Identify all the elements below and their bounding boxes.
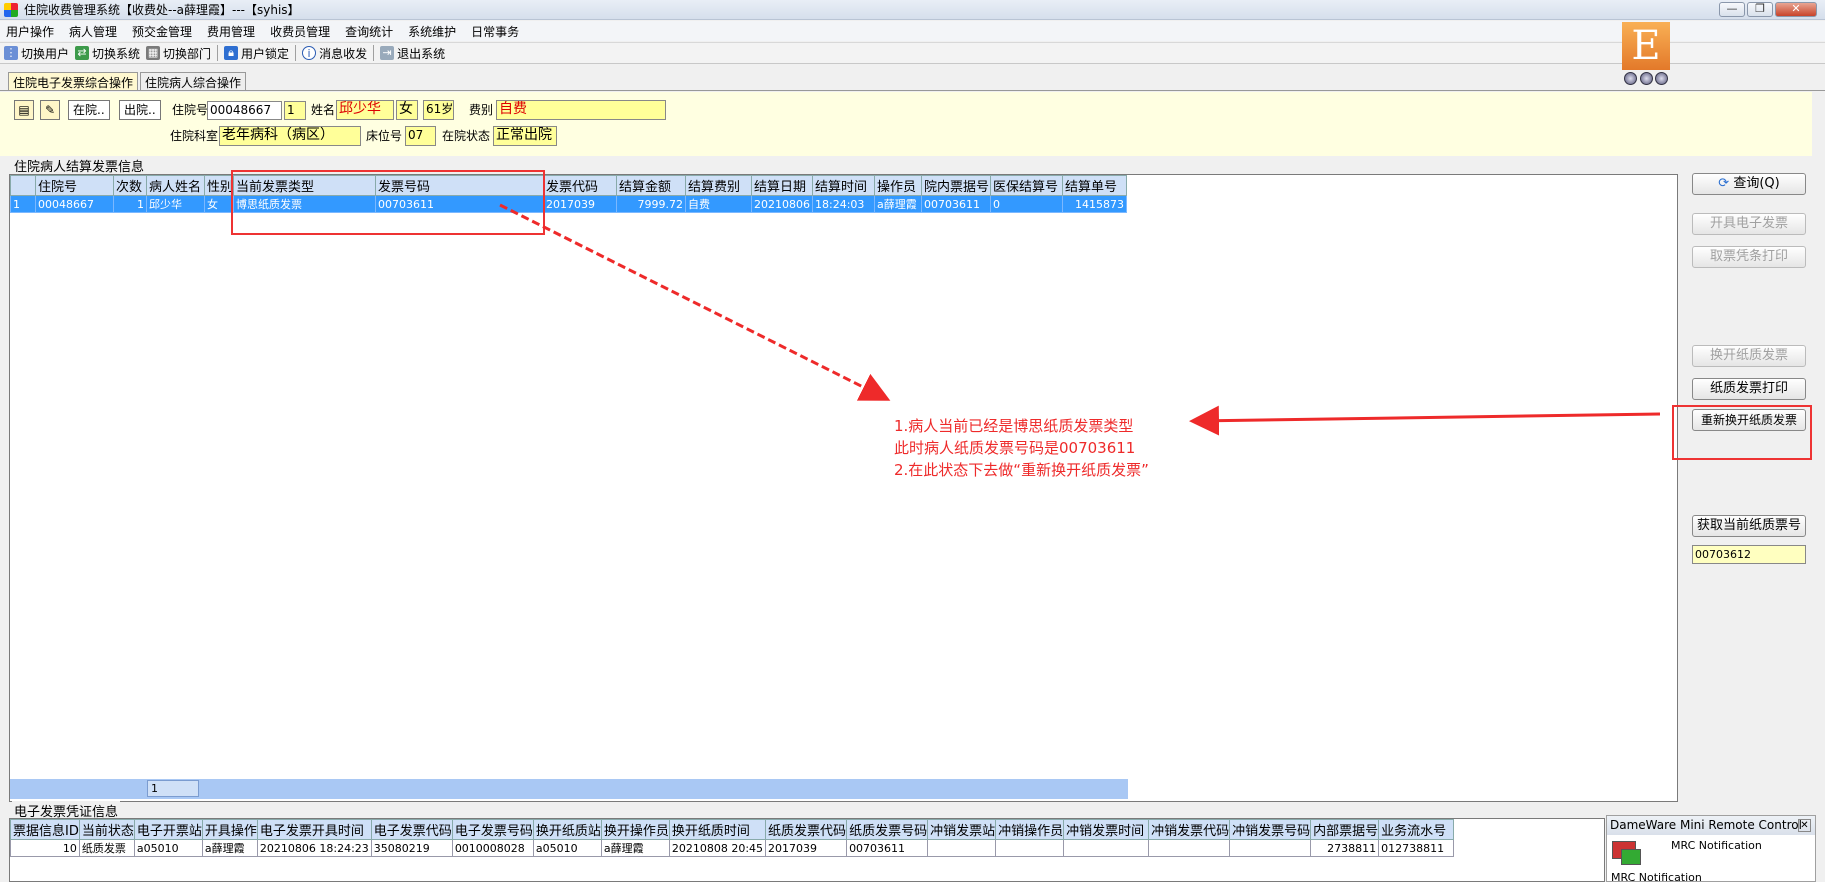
annotation-line: 2.在此状态下去做“重新换开纸质发票” xyxy=(894,461,1149,479)
dameware-body: MRC Notification MRC Notification xyxy=(1607,835,1815,882)
annotation-line: 1.病人当前已经是博思纸质发票类型 xyxy=(894,417,1134,435)
dameware-message: MRC Notification xyxy=(1671,839,1762,852)
dameware-title: DameWare Mini Remote Control xyxy=(1610,818,1802,832)
annotation-line: 此时病人纸质发票号码是00703611 xyxy=(894,439,1136,457)
annotation-text: 1.病人当前已经是博思纸质发票类型 此时病人纸质发票号码是00703611 2.… xyxy=(894,415,1149,481)
arrow-from-grid xyxy=(499,203,891,401)
monitor-icon xyxy=(1621,849,1641,865)
dameware-title-bar: DameWare Mini Remote Control ✕ xyxy=(1607,816,1815,835)
dameware-close-button[interactable]: ✕ xyxy=(1798,819,1811,832)
arrow-from-button xyxy=(1189,405,1661,436)
dameware-message: MRC Notification xyxy=(1611,871,1702,882)
dameware-notification: DameWare Mini Remote Control ✕ MRC Notif… xyxy=(1606,815,1816,882)
